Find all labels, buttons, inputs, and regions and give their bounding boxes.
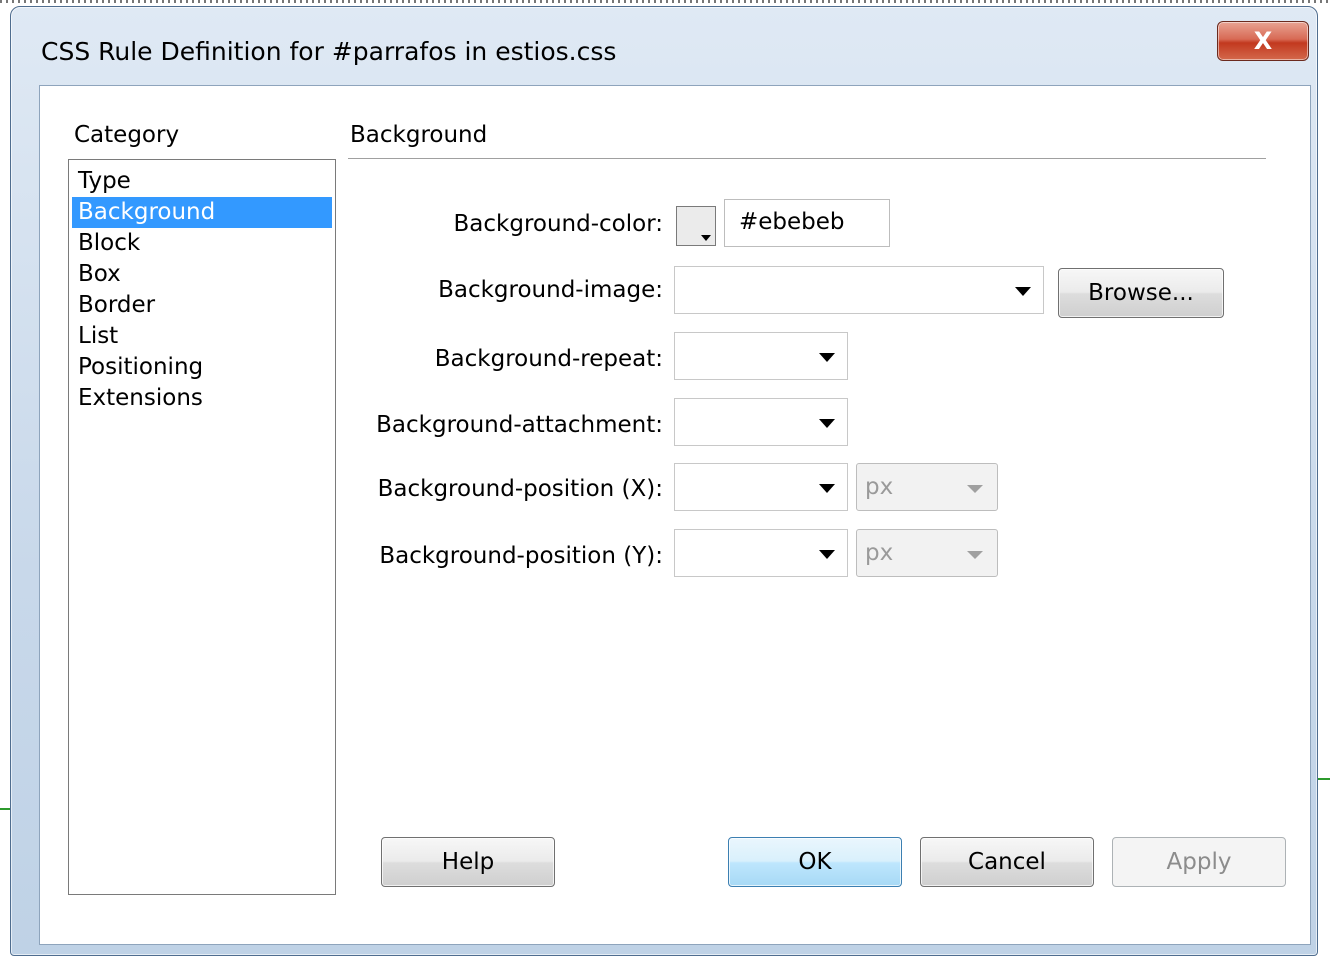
title-bar[interactable]: CSS Rule Definition for #parrafos in est…: [11, 7, 1317, 83]
ok-button[interactable]: OK: [728, 837, 902, 887]
background-green-line: [0, 808, 10, 810]
category-item-extensions[interactable]: Extensions: [72, 383, 332, 414]
unit-x-value: px: [865, 474, 894, 500]
category-list[interactable]: Type Background Block Box Border List Po…: [68, 159, 336, 895]
category-item-positioning[interactable]: Positioning: [72, 352, 332, 383]
dropdown-arrow-icon: [967, 551, 983, 559]
background-green-line: [1318, 778, 1330, 780]
cancel-button[interactable]: Cancel: [920, 837, 1094, 887]
bg-position-y-unit-select[interactable]: px: [856, 529, 998, 577]
dropdown-arrow-icon: [819, 419, 835, 428]
bg-position-x-unit-select[interactable]: px: [856, 463, 998, 511]
dialog-body: Category Type Background Block Box Borde…: [39, 85, 1311, 945]
bg-image-combo[interactable]: [674, 266, 1044, 314]
close-icon: X: [1253, 27, 1273, 55]
cancel-button-label: Cancel: [968, 849, 1046, 875]
apply-button[interactable]: Apply: [1112, 837, 1286, 887]
dropdown-arrow-icon: [967, 485, 983, 493]
css-rule-dialog: CSS Rule Definition for #parrafos in est…: [10, 6, 1318, 956]
apply-button-label: Apply: [1166, 849, 1232, 875]
unit-y-value: px: [865, 540, 894, 566]
background-dotted-line: [0, 0, 1330, 3]
panel-divider: [348, 158, 1266, 160]
bg-color-label: Background-color:: [453, 211, 664, 237]
category-item-background[interactable]: Background: [72, 197, 332, 228]
category-item-box[interactable]: Box: [72, 259, 332, 290]
dropdown-arrow-icon: [1015, 287, 1031, 296]
category-item-type[interactable]: Type: [72, 166, 332, 197]
color-picker-button[interactable]: [676, 206, 716, 246]
bg-color-input[interactable]: #ebebeb: [724, 199, 890, 247]
bg-position-y-combo[interactable]: [674, 529, 848, 577]
bg-repeat-select[interactable]: [674, 332, 848, 380]
dropdown-arrow-icon: [819, 484, 835, 493]
bg-repeat-label: Background-repeat:: [434, 346, 663, 372]
category-item-block[interactable]: Block: [72, 228, 332, 259]
dropdown-arrow-icon: [819, 550, 835, 559]
bg-position-x-combo[interactable]: [674, 463, 848, 511]
bg-position-y-label: Background-position (Y):: [379, 543, 663, 569]
bg-attachment-select[interactable]: [674, 398, 848, 446]
close-button[interactable]: X: [1217, 21, 1309, 61]
ok-button-label: OK: [798, 849, 832, 875]
bg-position-x-label: Background-position (X):: [377, 476, 663, 502]
category-item-border[interactable]: Border: [72, 290, 332, 321]
help-button[interactable]: Help: [381, 837, 555, 887]
bg-image-label: Background-image:: [438, 277, 663, 303]
dialog-title: CSS Rule Definition for #parrafos in est…: [41, 37, 617, 66]
category-item-list[interactable]: List: [72, 321, 332, 352]
bg-attachment-label: Background-attachment:: [376, 412, 663, 438]
dropdown-arrow-icon: [819, 353, 835, 362]
browse-button-label: Browse...: [1088, 280, 1194, 306]
category-label: Category: [74, 122, 180, 148]
panel-title: Background: [350, 122, 488, 148]
browse-button[interactable]: Browse...: [1058, 268, 1224, 318]
help-button-label: Help: [441, 849, 495, 875]
